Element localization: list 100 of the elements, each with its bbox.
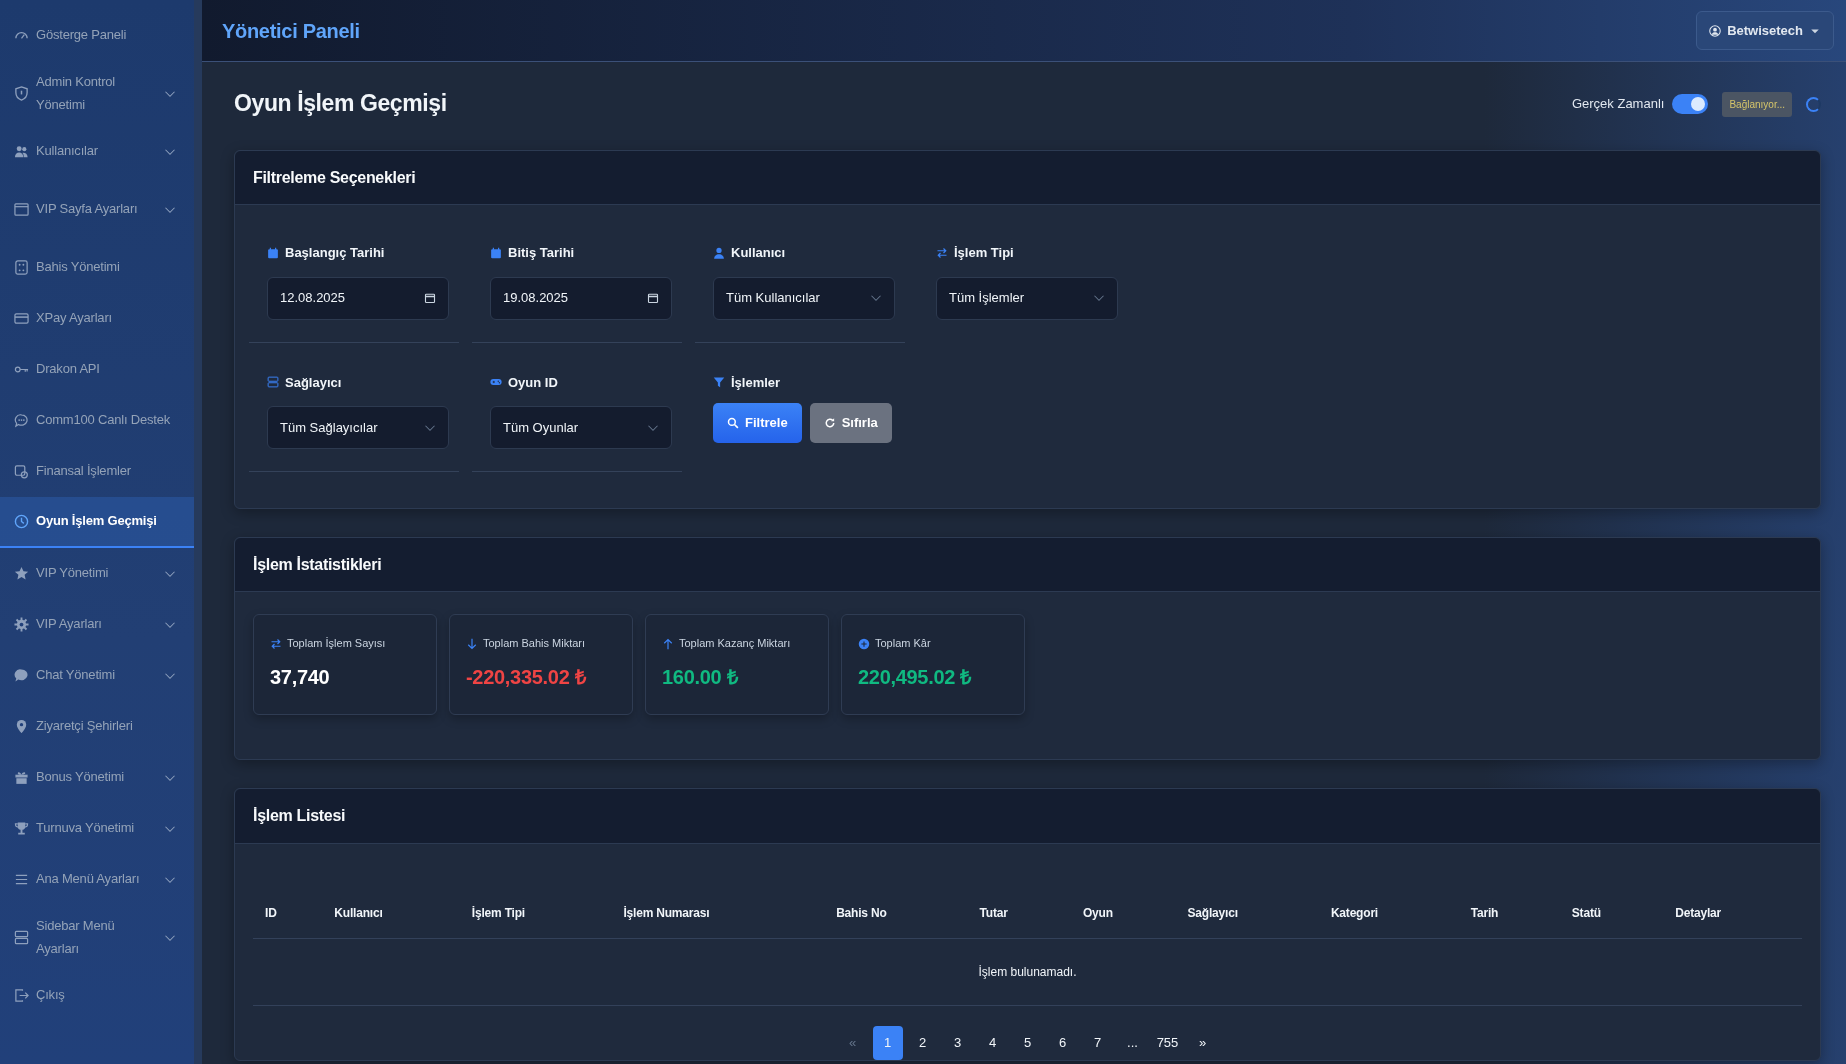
sidebar-item[interactable]: Comm100 Canlı Destek (0, 395, 194, 446)
stat-label: Toplam Kâr (875, 636, 931, 652)
credit-card-icon (14, 311, 29, 326)
swap-arrows-icon (270, 637, 282, 650)
page-link[interactable]: 7 (1082, 1025, 1113, 1060)
column-header: Tarih (1470, 905, 1499, 920)
chat-icon (14, 413, 29, 428)
sidebar-item[interactable]: Oyun İşlem Geçmişi (0, 497, 194, 548)
page-link[interactable]: 2 (907, 1025, 938, 1060)
field-label: Bitiş Tarihi (508, 244, 575, 263)
filter-icon (713, 376, 725, 389)
swap-arrows-icon (936, 246, 948, 259)
card-title: Filtreleme Seçenekleri (253, 168, 417, 188)
sidebar-item[interactable]: Ana Menü Ayarları (0, 854, 194, 905)
sidebar-item[interactable]: Sidebar Menü Ayarları (0, 905, 194, 970)
coin-icon (14, 464, 29, 479)
sidebar-item[interactable]: Drakon API (0, 344, 194, 395)
column-header: İşlem Numarası (623, 905, 710, 920)
field-label: İşlem Tipi (954, 244, 1014, 263)
field-label: Kullanıcı (731, 244, 786, 263)
column-header: Sağlayıcı (1187, 905, 1238, 920)
page-title: Oyun İşlem Geçmişi (234, 90, 447, 118)
server-icon (267, 376, 279, 389)
sidebar-item[interactable]: Chat Yönetimi (0, 650, 194, 701)
clock-icon (14, 514, 29, 529)
page-link[interactable]: 5 (1012, 1025, 1043, 1060)
page-link[interactable]: 755 (1152, 1025, 1183, 1060)
column-header: Tutar (979, 905, 1008, 920)
field-label: İşlemler (731, 373, 781, 392)
card-title: İşlem Listesi (253, 806, 347, 826)
user-menu-button[interactable]: Betwisetech (1696, 10, 1834, 51)
sidebar-item[interactable]: Ziyaretçi Şehirleri (0, 701, 194, 752)
sidebar-item[interactable]: Çıkış (0, 970, 194, 1021)
shield-icon (14, 86, 29, 101)
stat-value: 220,495.02 ₺ (858, 664, 973, 690)
select-field[interactable]: Tüm Kullanıcılar (713, 276, 895, 320)
select-field[interactable]: Tüm Oyunlar (490, 406, 672, 450)
filter-button[interactable]: Filtrele (713, 403, 802, 443)
field-label: Oyun ID (508, 373, 558, 392)
column-header: İşlem Tipi (471, 905, 525, 920)
realtime-label: Gerçek Zamanlı (1571, 95, 1665, 114)
reset-icon (823, 416, 836, 429)
loading-spinner (1806, 96, 1821, 112)
date-field[interactable]: 19.08.2025 (490, 276, 672, 320)
select-field[interactable]: Tüm Sağlayıcılar (267, 406, 449, 450)
sidebar-item[interactable]: Admin Kontrol Yönetimi (0, 61, 194, 126)
stat-label: Toplam İşlem Sayısı (287, 636, 386, 652)
column-header: ID (265, 905, 277, 920)
column-header: Oyun (1082, 905, 1113, 920)
sidebar-item[interactable]: Finansal İşlemler (0, 446, 194, 497)
calendar-icon (647, 292, 659, 305)
page-link[interactable]: 1 (872, 1025, 903, 1060)
field-label: Sağlayıcı (285, 373, 342, 392)
date-field[interactable]: 12.08.2025 (267, 276, 449, 320)
gift-icon (14, 770, 29, 785)
sidebar-item[interactable]: Bahis Yönetimi (0, 242, 194, 293)
select-field[interactable]: Tüm İşlemler (936, 276, 1118, 320)
chat-icon (14, 668, 29, 683)
calendar-icon (490, 246, 502, 259)
sidebar-item[interactable]: Turnuva Yönetimi (0, 803, 194, 854)
page-link[interactable]: 3 (942, 1025, 973, 1060)
search-icon (727, 416, 739, 429)
sidebar-item[interactable]: Kullanıcılar (0, 126, 194, 177)
user-circle-icon (1709, 24, 1722, 37)
sidebar-item[interactable]: VIP Sayfa Ayarları (0, 177, 194, 242)
connection-status: Bağlanıyor... (1722, 91, 1792, 117)
stat-value: -220,335.02 ₺ (466, 664, 587, 690)
stat-label: Toplam Kazanç Miktarı (679, 636, 791, 652)
window-icon (14, 202, 29, 217)
trophy-icon (14, 821, 29, 836)
realtime-toggle[interactable] (1672, 94, 1709, 114)
field-label: Başlangıç Tarihi (285, 244, 385, 263)
stat-label: Toplam Bahis Miktarı (483, 636, 586, 652)
sidebar-item[interactable]: Bonus Yönetimi (0, 752, 194, 803)
sidebar-item[interactable]: XPay Ayarları (0, 293, 194, 344)
stat-value: 37,740 (270, 664, 331, 690)
users-icon (14, 144, 29, 159)
menu-icon (14, 872, 29, 887)
reset-button[interactable]: Sıfırla (809, 403, 892, 443)
user-icon (713, 246, 725, 259)
column-header: Statü (1571, 905, 1601, 920)
star-icon (14, 566, 29, 581)
sidebar-item[interactable]: VIP Ayarları (0, 599, 194, 650)
page-link[interactable]: ... (1117, 1025, 1148, 1060)
stat-value: 160.00 ₺ (662, 664, 739, 690)
server-icon (14, 930, 29, 945)
header-title: Yönetici Paneli (222, 18, 360, 43)
empty-message: İşlem bulunamadı. (978, 964, 1077, 979)
gear-icon (14, 617, 29, 632)
sidebar-item[interactable]: VIP Yönetimi (0, 548, 194, 599)
plus-circle-icon (858, 637, 870, 650)
page-link[interactable]: » (1187, 1025, 1218, 1060)
map-pin-icon (14, 719, 29, 734)
page-link[interactable]: 6 (1047, 1025, 1078, 1060)
column-header: Kategori (1330, 905, 1378, 920)
page-link[interactable]: 4 (977, 1025, 1008, 1060)
sidebar-item[interactable]: Gösterge Paneli (0, 10, 194, 61)
column-header: Bahis No (836, 905, 887, 920)
card-title: İşlem İstatistikleri (253, 555, 383, 575)
calendar-icon (267, 246, 279, 259)
